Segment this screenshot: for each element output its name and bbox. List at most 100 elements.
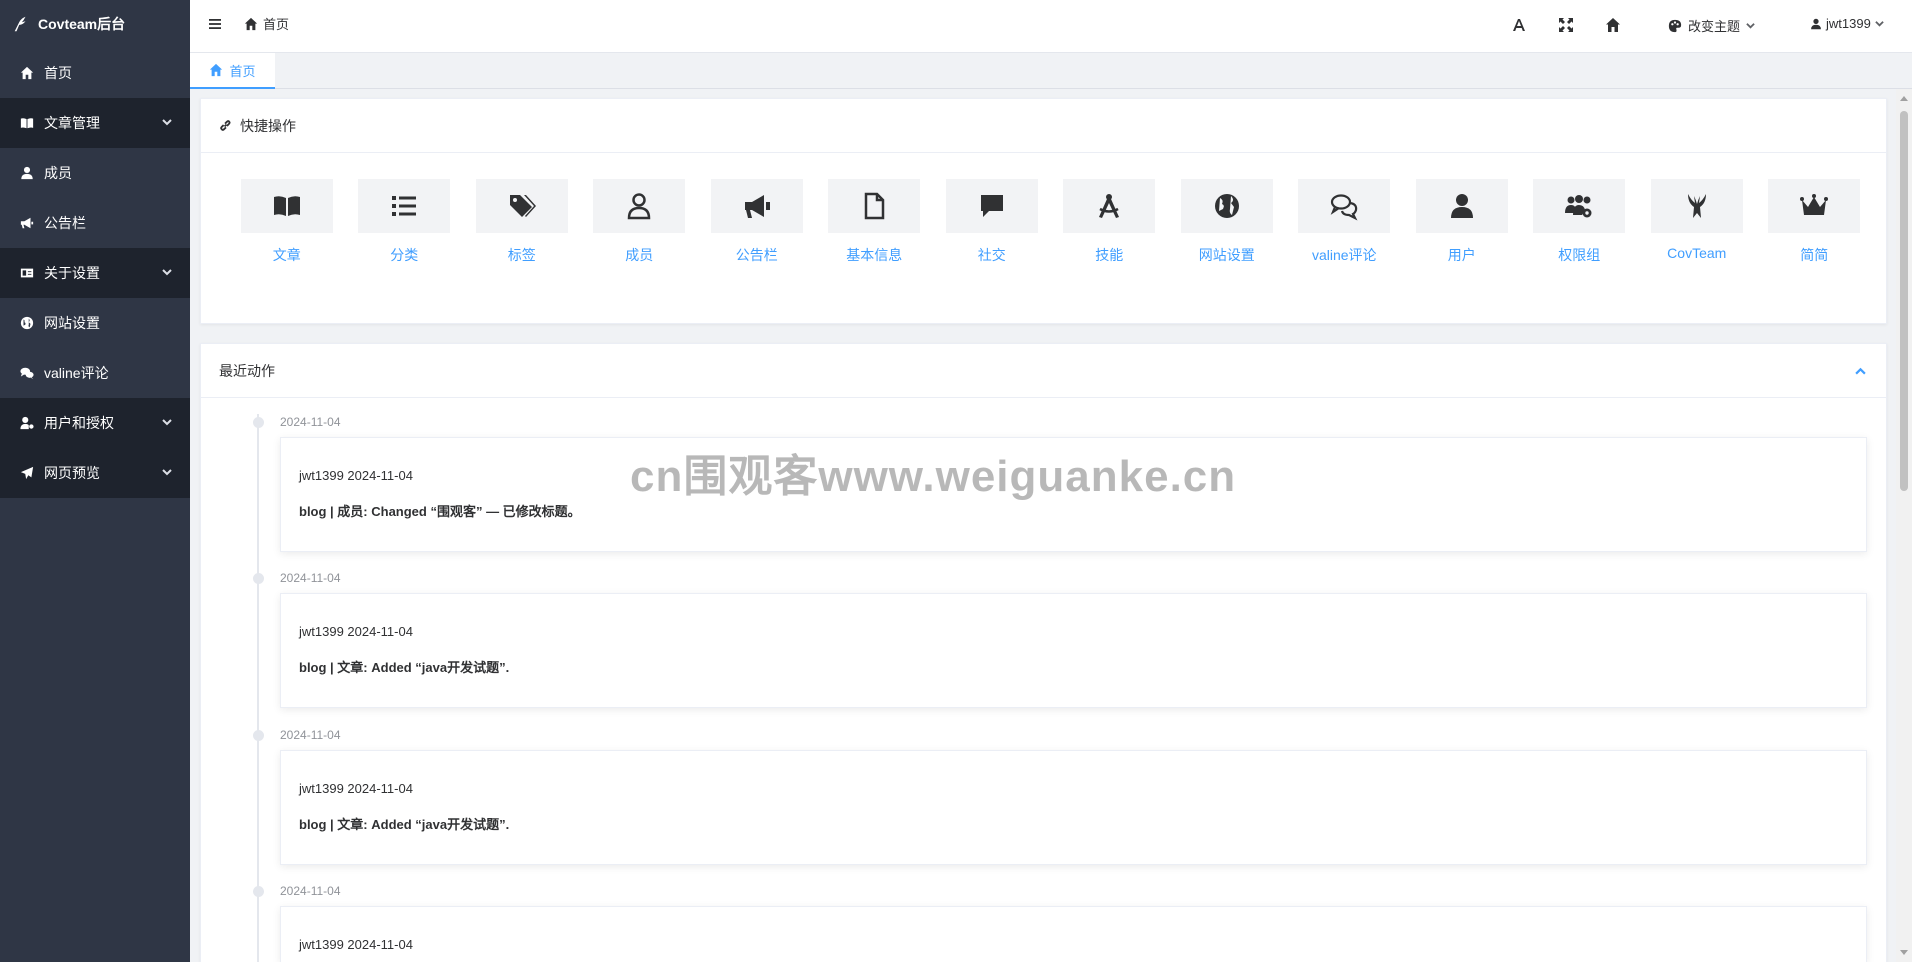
users-gear-icon [1565, 195, 1592, 218]
sidebar-item-about-settings[interactable]: 关于设置 [0, 248, 190, 298]
book-icon [20, 118, 34, 129]
file-icon [865, 192, 885, 220]
globe-icon [20, 316, 34, 330]
collapse-chevron-up-icon[interactable] [1855, 366, 1866, 377]
sidebar-item-web-preview[interactable]: 网页预览 [0, 448, 190, 498]
chevron-down-icon [162, 419, 172, 426]
sidebar-item-announcements[interactable]: 公告栏 [0, 198, 190, 248]
sidebar-item-label: 文章管理 [44, 115, 100, 131]
quick-item-site-settings[interactable]: 网站设置 [1168, 179, 1286, 265]
sidebar-item-articles[interactable]: 文章管理 [0, 98, 190, 148]
scroll-down-arrow[interactable] [1900, 950, 1908, 955]
chevron-down-icon [162, 269, 172, 276]
sidebar-item-label: 关于设置 [44, 265, 100, 281]
quick-item-articles[interactable]: 文章 [228, 179, 346, 265]
quick-item-label: 公告栏 [735, 247, 778, 263]
user-gear-icon [20, 416, 34, 430]
action-meta: jwt1399 2024-11-04 [299, 468, 413, 483]
timeline-card: jwt1399 2024-11-04 [280, 906, 1867, 962]
quick-item-users[interactable]: 用户 [1403, 179, 1521, 265]
quick-icon-box [475, 179, 568, 233]
sidebar-item-site-settings[interactable]: 网站设置 [0, 298, 190, 348]
quick-actions-header: 快捷操作 [201, 99, 1886, 153]
home-icon [210, 63, 223, 77]
tab-label: 首页 [229, 63, 256, 79]
comment-icon [980, 195, 1003, 217]
action-meta: jwt1399 2024-11-04 [299, 624, 413, 639]
breadcrumb[interactable]: 首页 [244, 14, 289, 33]
timeline-date: 2024-11-04 [280, 415, 341, 429]
quick-item-announcements[interactable]: 公告栏 [698, 179, 816, 265]
quick-item-skills[interactable]: 技能 [1051, 179, 1169, 265]
timeline-dot [253, 886, 264, 897]
chevron-down-icon [1746, 23, 1755, 29]
chevron-down-icon [1875, 21, 1884, 27]
quick-item-categories[interactable]: 分类 [346, 179, 464, 265]
quick-item-label: 社交 [977, 247, 1006, 263]
sidebar-item-label: 网页预览 [44, 465, 100, 481]
timeline-card: jwt1399 2024-11-04 blog | 文章: Added “jav… [280, 750, 1867, 865]
tabs-bar: 首页 [190, 53, 1912, 89]
breadcrumb-home: 首页 [263, 17, 290, 32]
quick-item-tags[interactable]: 标签 [463, 179, 581, 265]
brand-title: Covteam后台 [38, 16, 126, 32]
main-scrollbar[interactable] [1896, 89, 1912, 962]
quick-item-label: 简简 [1800, 247, 1829, 263]
scroll-thumb[interactable] [1900, 111, 1908, 491]
sidebar-item-label: valine评论 [44, 365, 109, 381]
fullscreen-icon[interactable] [1558, 17, 1574, 33]
quick-item-label: valine评论 [1311, 247, 1377, 263]
sidebar-item-users-auth[interactable]: 用户和授权 [0, 398, 190, 448]
user-solid-icon [1450, 194, 1473, 218]
recent-actions-title: 最近动作 [219, 362, 275, 379]
bullhorn-icon [744, 195, 770, 218]
user-outline-icon [627, 193, 651, 220]
list-icon [392, 196, 417, 216]
tags-icon [509, 195, 536, 217]
font-size-icon[interactable] [1511, 17, 1527, 33]
quick-icon-box [828, 179, 921, 233]
sidebar-item-home[interactable]: 首页 [0, 48, 190, 98]
quick-item-valine[interactable]: valine评论 [1286, 179, 1404, 265]
user-menu[interactable]: jwt1399 [1810, 16, 1884, 31]
quick-icon-box [240, 179, 333, 233]
timeline-date: 2024-11-04 [280, 728, 341, 742]
id-card-icon [20, 268, 34, 278]
user-icon [1811, 18, 1821, 29]
sidebar-item-label: 网站设置 [44, 315, 100, 331]
home-icon[interactable] [1605, 17, 1621, 33]
theme-label: 改变主题 [1688, 19, 1741, 34]
quick-item-basic-info[interactable]: 基本信息 [816, 179, 934, 265]
compass-drafting-icon [1099, 194, 1120, 218]
quick-item-permission-groups[interactable]: 权限组 [1521, 179, 1639, 265]
quick-icon-box [945, 179, 1038, 233]
covteam-logo-icon [1687, 194, 1706, 218]
action-meta: jwt1399 2024-11-04 [299, 937, 413, 952]
brand[interactable]: Covteam后台 [0, 0, 190, 48]
watermark: cn围观客www.weiguanke.cn [630, 452, 1237, 501]
quick-icon-box [1415, 179, 1508, 233]
timeline-card: jwt1399 2024-11-04 blog | 文章: Added “jav… [280, 593, 1867, 708]
link-icon [220, 120, 231, 131]
comments-outline-icon [1330, 194, 1358, 221]
hamburger-menu-icon[interactable] [208, 17, 222, 31]
comments-icon [20, 367, 34, 380]
sidebar-item-members[interactable]: 成员 [0, 148, 190, 198]
quick-icon-box [1063, 179, 1156, 233]
theme-switcher[interactable]: 改变主题 [1668, 16, 1755, 35]
quick-item-jianjian[interactable]: 简简 [1756, 179, 1874, 265]
quick-item-members[interactable]: 成员 [581, 179, 699, 265]
quick-item-social[interactable]: 社交 [933, 179, 1051, 265]
quick-item-label: 权限组 [1558, 247, 1601, 263]
sidebar-item-valine[interactable]: valine评论 [0, 348, 190, 398]
chevron-down-icon [162, 119, 172, 126]
timeline-dot [253, 573, 264, 584]
quick-icon-box [593, 179, 686, 233]
sidebar-item-label: 成员 [44, 165, 72, 181]
scroll-up-arrow[interactable] [1900, 96, 1908, 101]
recent-actions-header: 最近动作 [201, 344, 1886, 398]
quick-item-covteam[interactable]: CovTeam [1638, 179, 1756, 265]
quick-item-label: 基本信息 [846, 247, 903, 263]
tab-home[interactable]: 首页 [190, 53, 275, 89]
quick-actions-card: 快捷操作 文章 分类 标签 成员 公告栏 基本信息 社交 技能 网站设置 val… [200, 98, 1887, 324]
